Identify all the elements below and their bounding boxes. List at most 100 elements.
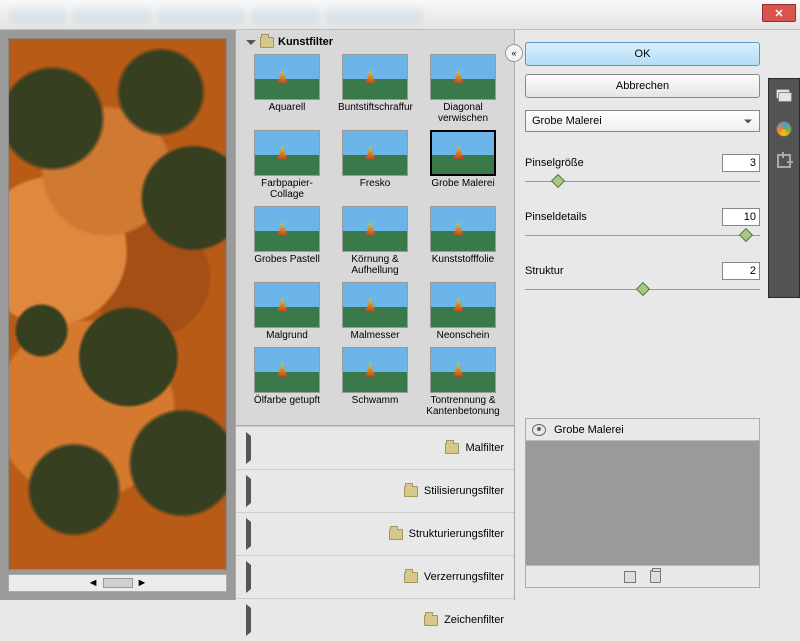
filter-buntstiftschraffur[interactable]: Buntstiftschraffur [334,54,416,124]
param-label: Pinseldetails [525,211,587,223]
filter-thumbnail [430,282,496,328]
pinselgroesse-slider[interactable] [525,174,760,190]
preview-image [8,38,227,570]
effect-layer-row[interactable]: Grobe Malerei [526,419,759,441]
filter-schwamm[interactable]: Schwamm [334,347,416,417]
category-label: Zeichenfilter [444,614,504,626]
filter-fresko[interactable]: Fresko [334,130,416,200]
filter-label: Neonschein [437,330,490,341]
filter-label: Körnung & Aufhellung [338,254,412,276]
category-verzerrungsfilter[interactable]: Verzerrungsfilter [236,555,514,598]
cancel-button[interactable]: Abbrechen [525,74,760,98]
filter-grobes-pastell[interactable]: Grobes Pastell [246,206,328,276]
scroll-thumb[interactable] [103,578,133,588]
visibility-icon[interactable] [532,424,546,436]
filter-thumbnail [430,130,496,176]
crop-panel-icon[interactable] [774,151,794,171]
filter-label: Malmesser [351,330,400,341]
preview-pane: ◄ ► [0,30,235,600]
settings-pane: « OK Abbrechen Grobe Malerei Pinselgröße… [515,30,800,600]
filter-thumbnail [254,347,320,393]
category-kunstfilter[interactable]: Kunstfilter [246,36,504,48]
param-label: Struktur [525,265,564,277]
filter-label: Grobes Pastell [254,254,320,265]
category-stilisierungsfilter[interactable]: Stilisierungsfilter [236,469,514,512]
filter-thumbnail [254,130,320,176]
filter--lfarbe-getupft[interactable]: Ölfarbe getupft [246,347,328,417]
filter-farbpapier-collage[interactable]: Farbpapier-Collage [246,130,328,200]
filter-tontrennung-kantenbetonung[interactable]: Tontrennung & Kantenbetonung [422,347,504,417]
struktur-input[interactable] [722,262,760,280]
category-label: Strukturierungsfilter [409,528,504,540]
preview-scrollbar[interactable]: ◄ ► [8,574,227,592]
scroll-left-icon[interactable]: ◄ [88,577,99,589]
folder-icon [389,529,403,540]
chevron-right-icon [246,561,398,593]
filter-label: Diagonal verwischen [426,102,500,124]
layers-panel-icon[interactable] [774,87,794,107]
chevron-right-icon [246,604,418,636]
filter-grobe-malerei[interactable]: Grobe Malerei [422,130,504,200]
category-label: Malfilter [465,442,504,454]
filter-gallery: Kunstfilter Aquarell Buntstiftschraffur Di… [235,30,515,600]
effect-layers-panel: Grobe Malerei [525,418,760,588]
filter-dropdown[interactable]: Grobe Malerei [525,110,760,132]
filter-thumbnail [430,54,496,100]
struktur-slider[interactable] [525,282,760,298]
filter-thumbnail [342,282,408,328]
category-zeichenfilter[interactable]: Zeichenfilter [236,598,514,641]
window-close-button[interactable]: ✕ [762,4,796,22]
right-dock [768,78,800,298]
filter-diagonal-verwischen[interactable]: Diagonal verwischen [422,54,504,124]
pinselgroesse-input[interactable] [722,154,760,172]
dropdown-value: Grobe Malerei [532,115,602,127]
filter-thumbnail [254,282,320,328]
filter-label: Buntstiftschraffur [338,102,412,113]
chevron-right-icon [246,518,383,550]
filter-thumbnail [430,206,496,252]
folder-icon [404,572,418,583]
filter-thumbnail [342,130,408,176]
folder-icon [445,443,459,454]
filter-label: Fresko [360,178,391,189]
scroll-right-icon[interactable]: ► [137,577,148,589]
trash-icon[interactable] [650,570,661,583]
filter-thumbnail [430,347,496,393]
chevron-right-icon [246,432,439,464]
folder-icon [404,486,418,497]
filter-aquarell[interactable]: Aquarell [246,54,328,124]
filter-neonschein[interactable]: Neonschein [422,282,504,341]
filter-label: Ölfarbe getupft [254,395,320,406]
pinseldetails-slider[interactable] [525,228,760,244]
collapse-button[interactable]: « [505,44,523,62]
filter-thumbnail [254,206,320,252]
filter-malmesser[interactable]: Malmesser [334,282,416,341]
filter-label: Aquarell [269,102,306,113]
filter-malgrund[interactable]: Malgrund [246,282,328,341]
filter-label: Malgrund [266,330,308,341]
filter-label: Tontrennung & Kantenbetonung [426,395,500,417]
browser-tab-bar [0,0,800,30]
filter-thumbnail [254,54,320,100]
filter-thumbnail [342,347,408,393]
chevron-down-icon [744,119,752,123]
new-layer-icon[interactable] [624,571,636,583]
folder-icon [424,615,438,626]
chevron-right-icon [246,475,398,507]
color-panel-icon[interactable] [774,119,794,139]
filter-label: Schwamm [352,395,399,406]
category-strukturierungsfilter[interactable]: Strukturierungsfilter [236,512,514,555]
filter-kunststofffolie[interactable]: Kunststofffolie [422,206,504,276]
ok-button[interactable]: OK [525,42,760,66]
category-label: Verzerrungsfilter [424,571,504,583]
pinseldetails-input[interactable] [722,208,760,226]
folder-icon [260,37,274,48]
category-label: Stilisierungsfilter [424,485,504,497]
filter-label: Kunststofffolie [432,254,494,265]
category-malfilter[interactable]: Malfilter [236,426,514,469]
layer-name: Grobe Malerei [554,424,624,436]
filter-label: Farbpapier-Collage [250,178,324,200]
filter-k-rnung-aufhellung[interactable]: Körnung & Aufhellung [334,206,416,276]
filter-thumbnail [342,206,408,252]
chevron-down-icon [246,40,256,45]
